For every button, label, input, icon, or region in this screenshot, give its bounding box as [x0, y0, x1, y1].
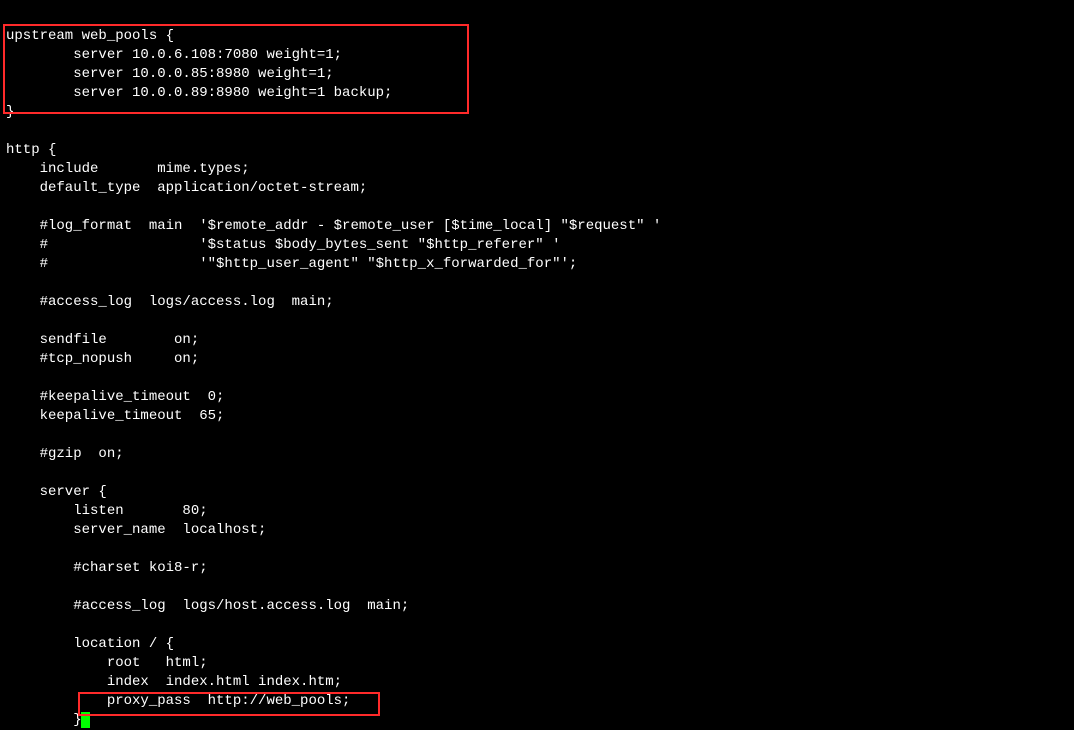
code-line: # '$status $body_bytes_sent "$http_refer… — [6, 237, 561, 253]
code-line: #tcp_nopush on; — [6, 351, 199, 367]
code-line: root html; — [6, 655, 208, 671]
code-line: #access_log logs/host.access.log main; — [6, 598, 409, 614]
code-line: upstream web_pools { — [6, 28, 174, 44]
code-line: server 10.0.0.85:8980 weight=1; — [6, 66, 334, 82]
code-line: #access_log logs/access.log main; — [6, 294, 334, 310]
terminal-cursor — [81, 712, 90, 728]
code-line: server_name localhost; — [6, 522, 266, 538]
code-line-with-cursor: } — [6, 712, 90, 728]
code-line: include mime.types; — [6, 161, 250, 177]
code-line: default_type application/octet-stream; — [6, 180, 367, 196]
code-text: } — [6, 712, 82, 728]
code-line: #gzip on; — [6, 446, 124, 462]
code-line: location / { — [6, 636, 174, 652]
code-line: sendfile on; — [6, 332, 199, 348]
code-line: #keepalive_timeout 0; — [6, 389, 224, 405]
config-text: upstream web_pools { server 10.0.6.108:7… — [6, 8, 1074, 730]
code-line: # '"$http_user_agent" "$http_x_forwarded… — [6, 256, 577, 272]
code-line: server 10.0.6.108:7080 weight=1; — [6, 47, 342, 63]
code-line: listen 80; — [6, 503, 208, 519]
code-line: index index.html index.htm; — [6, 674, 342, 690]
code-line: proxy_pass http://web_pools; — [6, 693, 350, 709]
code-line: #charset koi8-r; — [6, 560, 208, 576]
code-line: server { — [6, 484, 107, 500]
code-line: } — [6, 104, 14, 120]
code-line: http { — [6, 142, 56, 158]
code-line: #log_format main '$remote_addr - $remote… — [6, 218, 661, 234]
code-line: keepalive_timeout 65; — [6, 408, 224, 424]
code-line: server 10.0.0.89:8980 weight=1 backup; — [6, 85, 392, 101]
